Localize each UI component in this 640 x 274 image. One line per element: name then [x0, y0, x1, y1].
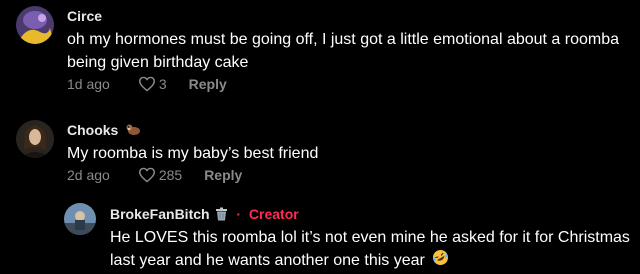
heart-icon — [138, 167, 155, 183]
avatar-image — [64, 203, 96, 235]
comment-age: 1d ago — [67, 76, 110, 92]
reply-text-content: He LOVES this roomba lol it’s not even m… — [110, 229, 630, 270]
like-count: 3 — [158, 76, 167, 92]
comment-meta: 2d ago 285 Reply — [67, 167, 242, 183]
comment-chooks: Chooks My roomba is my baby’s best frien… — [0, 112, 640, 192]
avatar-circe[interactable] — [16, 6, 54, 44]
username-text: Chooks — [67, 122, 119, 138]
reply-username[interactable]: BrokeFanBitch — [110, 206, 210, 222]
comment-meta: 1d ago 3 Reply — [67, 76, 227, 92]
avatar-image — [16, 120, 54, 158]
like-button[interactable]: 3 — [138, 76, 167, 92]
comment-text: My roomba is my baby’s best friend — [67, 145, 319, 162]
trash-can-emoji-icon — [215, 207, 228, 224]
reply-button[interactable]: Reply — [204, 167, 242, 183]
avatar-image — [16, 6, 54, 44]
reply-header: BrokeFanBitch · Creator — [110, 206, 299, 224]
creator-separator: · — [236, 206, 242, 222]
comment-text: oh my hormones must be going off, I just… — [67, 31, 620, 71]
comment-circe: Circe oh my hormones must be going off, … — [0, 0, 640, 100]
reply-creator: BrokeFanBitch · Creator He LOVES this ro… — [0, 196, 640, 274]
like-count: 285 — [158, 167, 183, 183]
heart-icon — [138, 76, 155, 92]
otter-emoji-icon — [126, 123, 141, 139]
avatar-chooks[interactable] — [16, 120, 54, 158]
avatar-brokefanbitch[interactable] — [64, 203, 96, 235]
comment-username[interactable]: Chooks — [67, 122, 141, 139]
rolling-on-floor-laughing-emoji-icon — [432, 249, 449, 273]
comment-username[interactable]: Circe — [67, 8, 102, 24]
creator-badge: Creator — [248, 206, 299, 222]
like-button[interactable]: 285 — [138, 167, 182, 183]
reply-button[interactable]: Reply — [189, 76, 227, 92]
reply-text: He LOVES this roomba lol it’s not even m… — [110, 226, 638, 273]
comment-age: 2d ago — [67, 167, 110, 183]
